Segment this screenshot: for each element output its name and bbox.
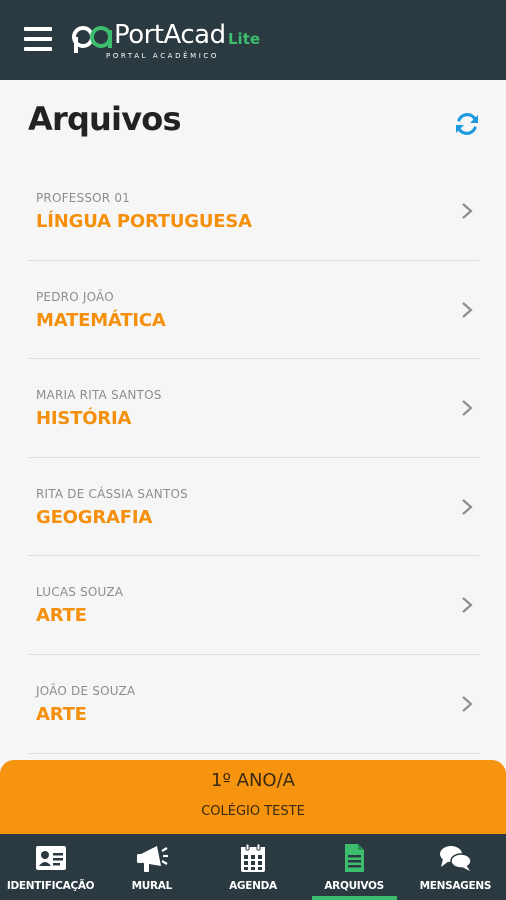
nav-item-arquivos[interactable]: ARQUIVOS (304, 834, 405, 900)
nav-label: MURAL (131, 880, 173, 892)
nav-item-mensagens[interactable]: MENSAGENS (405, 834, 506, 900)
chevron-right-icon (462, 203, 473, 219)
teacher-name: LUCAS SOUZA (36, 585, 124, 600)
list-item[interactable]: MARIA RITA SANTOS HISTÓRIA (28, 359, 479, 458)
top-app-bar: PortAcad Lite PORTAL ACADÊMICO (0, 0, 506, 80)
active-tab-indicator (311, 896, 397, 900)
logo-title: PortAcad (114, 20, 226, 50)
nav-label: AGENDA (229, 880, 277, 892)
subject-name: LÍNGUA PORTUGUESA (36, 211, 252, 232)
nav-label: MENSAGENS (419, 880, 492, 892)
teacher-name: JOÃO DE SOUZA (36, 683, 136, 698)
teacher-name: PROFESSOR 01 (36, 191, 131, 205)
subject-name: HISTÓRIA (36, 408, 132, 430)
subject-name: ARTE (36, 605, 87, 627)
logo-mark-icon (72, 26, 112, 53)
megaphone-icon (136, 846, 168, 872)
subject-name: GEOGRAFIA (36, 506, 153, 528)
chevron-right-icon (462, 301, 473, 318)
logo-subtitle: PORTAL ACADÊMICO (106, 52, 219, 60)
nav-item-mural[interactable]: MURAL (101, 834, 202, 900)
list-item[interactable]: PROFESSOR 01 LÍNGUA PORTUGUESA (28, 162, 479, 261)
logo-lite-label: Lite (228, 30, 261, 48)
menu-icon[interactable] (24, 27, 52, 51)
teacher-name: MARIA RITA SANTOS (36, 388, 162, 403)
chevron-right-icon (462, 400, 473, 417)
nav-item-identificacao[interactable]: IDENTIFICAÇÃO (0, 834, 101, 900)
page-title: Arquivos (28, 100, 182, 138)
school-name: COLÉGIO TESTE (201, 804, 305, 819)
nav-label: IDENTIFICAÇÃO (6, 880, 95, 892)
class-banner[interactable]: 1º ANO/A COLÉGIO TESTE (0, 760, 506, 840)
files-list: PROFESSOR 01 LÍNGUA PORTUGUESA PEDRO JOÃ… (28, 162, 479, 754)
chevron-right-icon (462, 696, 473, 712)
subject-name: MATEMÁTICA (36, 309, 166, 331)
bottom-navigation: IDENTIFICAÇÃO MURAL AGENDA ARQUIVOS MENS… (0, 834, 506, 900)
chevron-right-icon (462, 597, 473, 614)
nav-item-agenda[interactable]: AGENDA (202, 834, 303, 900)
list-item[interactable]: JOÃO DE SOUZA ARTE (28, 655, 479, 754)
refresh-icon[interactable] (454, 111, 480, 137)
subject-name: ARTE (36, 703, 87, 725)
chevron-right-icon (462, 498, 473, 515)
class-name: 1º ANO/A (211, 770, 295, 791)
app-logo: PortAcad Lite PORTAL ACADÊMICO (72, 20, 292, 64)
calendar-icon (240, 843, 265, 872)
teacher-name: RITA DE CÁSSIA SANTOS (36, 486, 188, 501)
nav-label: ARQUIVOS (324, 880, 384, 892)
list-item[interactable]: LUCAS SOUZA ARTE (28, 556, 479, 655)
list-item[interactable]: PEDRO JOÃO MATEMÁTICA (28, 261, 479, 360)
teacher-name: PEDRO JOÃO (36, 289, 114, 304)
chat-bubbles-icon (440, 846, 473, 871)
document-icon (345, 844, 365, 872)
id-card-icon (35, 846, 66, 870)
list-item[interactable]: RITA DE CÁSSIA SANTOS GEOGRAFIA (28, 458, 479, 557)
